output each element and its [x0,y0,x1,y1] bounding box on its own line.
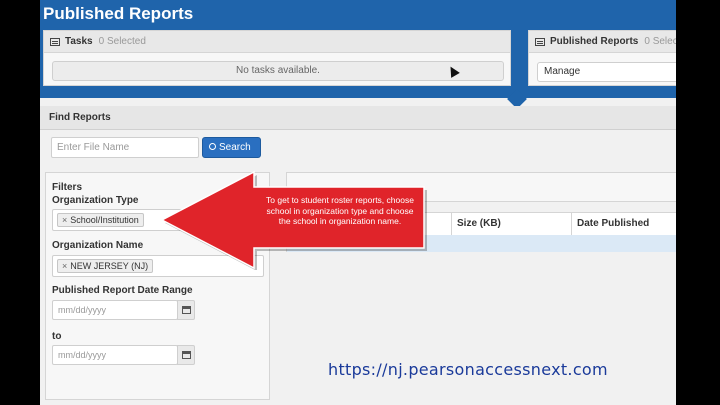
column-header-size[interactable]: Size (KB) [457,213,501,235]
search-button-label: Search [219,142,251,153]
org-name-value: NEW JERSEY (NJ) [70,261,149,271]
org-type-tag[interactable]: × School/Institution [57,213,144,227]
tasks-title: Tasks [65,36,93,47]
list-icon [50,37,60,46]
list-icon [535,37,545,46]
org-type-label: Organization Type [52,195,139,206]
site-url[interactable]: https://nj.pearsonaccessnext.com [328,360,608,379]
column-divider [571,213,572,235]
callout-text: To get to student roster reports, choose… [266,195,414,226]
published-reports-panel: Published Reports 0 Selec Manage [528,30,676,86]
column-divider [451,213,452,235]
filters-title: Filters [52,182,83,193]
remove-tag-icon[interactable]: × [62,261,67,271]
remove-tag-icon[interactable]: × [62,215,67,225]
org-type-value: School/Institution [70,215,139,225]
find-reports-header: Find Reports [40,106,676,130]
date-from-input[interactable]: mm/dd/yyyy [52,300,178,320]
calendar-icon[interactable] [177,300,195,320]
manage-select[interactable]: Manage [537,62,676,82]
org-name-tag[interactable]: × NEW JERSEY (NJ) [57,259,154,273]
column-header-date-published[interactable]: Date Published [577,213,649,235]
org-name-label: Organization Name [52,240,144,251]
date-to-label: to [52,331,62,342]
search-button[interactable]: Search [202,137,261,158]
published-selected-count: 0 Selec [644,36,676,47]
tasks-panel: Tasks 0 Selected No tasks available. [43,30,511,86]
file-name-input[interactable]: Enter File Name [51,137,199,158]
instruction-callout: To get to student roster reports, choose… [162,170,430,270]
date-range-label: Published Report Date Range [52,285,193,296]
published-reports-header[interactable]: Published Reports 0 Selec [529,31,676,53]
published-reports-title: Published Reports [550,36,639,47]
calendar-icon[interactable] [177,345,195,365]
date-to-input[interactable]: mm/dd/yyyy [52,345,178,365]
header-band: Published Reports Tasks 0 Selected No ta… [40,0,676,98]
tasks-panel-header[interactable]: Tasks 0 Selected [44,31,510,53]
page-title: Published Reports [43,4,194,23]
tasks-selected-count: 0 Selected [98,36,146,47]
app-window: Published Reports Tasks 0 Selected No ta… [40,0,676,405]
tasks-empty-message: No tasks available. [52,61,504,81]
search-icon [209,143,216,150]
